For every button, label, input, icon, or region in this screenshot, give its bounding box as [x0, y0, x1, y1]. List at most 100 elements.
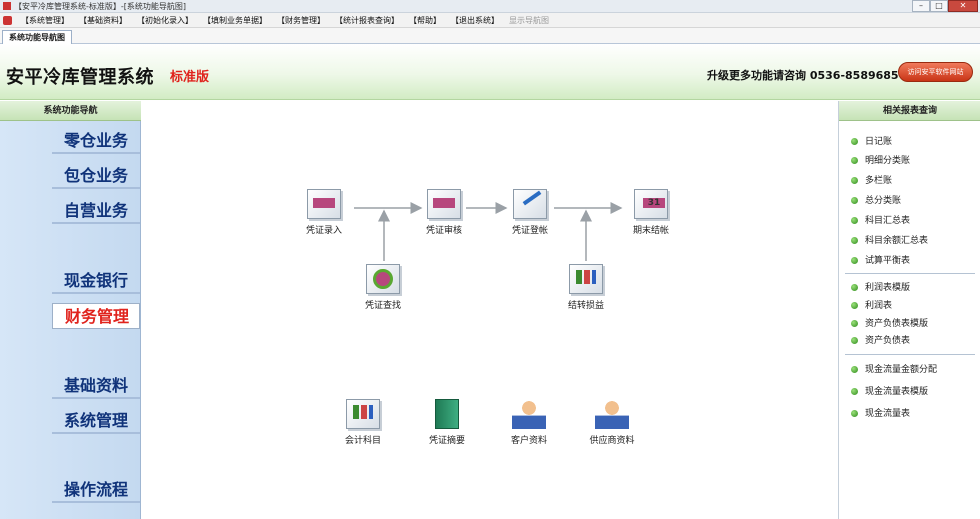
bullet-icon	[851, 366, 858, 373]
flow-period-close[interactable]: 期末结帐	[616, 189, 686, 236]
contact-phone: 升级更多功能请咨询 0536-8589685	[707, 69, 899, 82]
nav-item-finance[interactable]: 财务管理	[52, 303, 140, 329]
flow-voucher-review-label: 凭证审核	[425, 226, 462, 236]
nav-item-cash-bank[interactable]: 现金银行	[52, 268, 140, 294]
flow-voucher-query-label: 凭证查找	[364, 301, 401, 311]
bullet-icon	[851, 302, 858, 309]
bullet-icon	[851, 177, 858, 184]
customer-icon	[512, 399, 546, 429]
pen-icon	[513, 189, 547, 219]
flow-voucher-review[interactable]: 凭证审核	[409, 189, 479, 236]
report-link-detail-ledger[interactable]: 明细分类账	[851, 154, 910, 168]
flow-suppliers[interactable]: 供应商资料	[577, 399, 647, 446]
report-link-label: 利润表	[865, 301, 893, 311]
document-check-icon	[427, 189, 461, 219]
magnifier-icon	[366, 264, 400, 294]
report-link-cashflow-statement[interactable]: 现金流量表	[851, 407, 910, 421]
flow-voucher-entry[interactable]: 凭证录入	[289, 189, 359, 236]
flow-voucher-post[interactable]: 凭证登帐	[495, 189, 565, 236]
report-link-multicolumn[interactable]: 多栏账	[851, 174, 892, 188]
tab-navigation-map[interactable]: 系统功能导航图	[2, 30, 72, 44]
flow-carry-profit[interactable]: 结转损益	[551, 264, 621, 311]
report-divider	[845, 273, 975, 274]
report-link-balance-summary[interactable]: 科目余额汇总表	[851, 234, 928, 248]
menu-basic-data[interactable]: 【基础资料】	[74, 13, 132, 28]
bullet-icon	[851, 410, 858, 417]
book-icon	[435, 399, 459, 429]
report-link-label: 试算平衡表	[865, 256, 911, 266]
flow-customers[interactable]: 客户资料	[494, 399, 564, 446]
menu-exit[interactable]: 【退出系统】	[446, 13, 504, 28]
report-link-label: 总分类账	[865, 196, 902, 206]
flow-arrows	[354, 202, 623, 261]
nav-item-package-warehouse[interactable]: 包仓业务	[52, 163, 140, 189]
nav-item-self-operated[interactable]: 自营业务	[52, 198, 140, 224]
report-link-label: 现金流量表	[865, 409, 911, 419]
minimize-button[interactable]: –	[912, 0, 930, 12]
report-link-journal[interactable]: 日记账	[851, 135, 892, 149]
window-title: 【安平冷库管理系统-标准版】-[系统功能导航图]	[14, 2, 187, 11]
title-bar: 【安平冷库管理系统-标准版】-[系统功能导航图] – □ ✕	[0, 0, 980, 13]
report-link-label: 现金流量表模版	[865, 387, 929, 397]
nav-item-workflow[interactable]: 操作流程	[52, 477, 140, 503]
report-link-label: 多栏账	[865, 176, 893, 186]
nav-item-system-management[interactable]: 系统管理	[52, 408, 140, 434]
menu-bar: 【系统管理】 【基础资料】 【初始化录入】 【填制业务单据】 【财务管理】 【统…	[0, 13, 980, 28]
app-header: 安平冷库管理系统 标准版 升级更多功能请咨询 0536-8589685 访问安平…	[0, 44, 980, 100]
menu-system-management[interactable]: 【系统管理】	[16, 13, 74, 28]
bullet-icon	[851, 197, 858, 204]
visit-website-button[interactable]: 访问安平软件网站	[898, 62, 973, 82]
menu-show-navigation[interactable]: 显示导航图	[504, 13, 554, 28]
flow-accounts[interactable]: 会计科目	[328, 399, 398, 446]
report-link-label: 资产负债表	[865, 336, 911, 346]
maximize-button[interactable]: □	[930, 0, 948, 12]
report-link-label: 科目汇总表	[865, 216, 911, 226]
report-link-income-statement[interactable]: 利润表	[851, 299, 892, 313]
bullet-icon	[851, 237, 858, 244]
report-link-cashflow-allocation[interactable]: 现金流量金额分配	[851, 363, 937, 377]
left-nav-heading: 系统功能导航	[0, 101, 141, 121]
report-link-trial-balance[interactable]: 试算平衡表	[851, 254, 910, 268]
report-link-label: 日记账	[865, 137, 893, 147]
tab-strip: 系统功能导航图	[0, 28, 980, 44]
report-link-account-summary[interactable]: 科目汇总表	[851, 214, 910, 228]
report-link-label: 明细分类账	[865, 156, 911, 166]
flow-suppliers-label: 供应商资料	[589, 436, 635, 446]
left-navigation: 系统功能导航 零仓业务 包仓业务 自营业务 现金银行 财务管理 基础资料 系统管…	[0, 101, 141, 519]
report-link-label: 现金流量金额分配	[865, 365, 938, 375]
flow-voucher-post-label: 凭证登帐	[511, 226, 548, 236]
close-button[interactable]: ✕	[948, 0, 978, 12]
bullet-icon	[851, 284, 858, 291]
report-panel-heading: 相关报表查询	[839, 101, 980, 121]
bullet-icon	[851, 337, 858, 344]
chart-icon	[569, 264, 603, 294]
menu-initial-entry[interactable]: 【初始化录入】	[132, 13, 198, 28]
menu-business-documents[interactable]: 【填制业务单据】	[198, 13, 272, 28]
calendar-icon	[634, 189, 668, 219]
flow-accounts-label: 会计科目	[344, 436, 381, 446]
report-link-balance-template[interactable]: 资产负债表模版	[851, 317, 928, 331]
flow-voucher-query[interactable]: 凭证查找	[348, 264, 418, 311]
bullet-icon	[851, 320, 858, 327]
report-link-income-template[interactable]: 利润表模版	[851, 281, 910, 295]
nav-item-basic-data[interactable]: 基础资料	[52, 373, 140, 399]
menu-app-icon	[3, 16, 12, 25]
report-link-cashflow-template[interactable]: 现金流量表模版	[851, 385, 928, 399]
flow-period-close-label: 期末结帐	[632, 226, 669, 236]
flow-voucher-entry-label: 凭证录入	[305, 226, 342, 236]
report-link-balance-sheet[interactable]: 资产负债表	[851, 334, 910, 348]
report-link-label: 科目余额汇总表	[865, 236, 929, 246]
flow-voucher-summary[interactable]: 凭证摘要	[412, 399, 482, 446]
bullet-icon	[851, 388, 858, 395]
flow-voucher-summary-label: 凭证摘要	[428, 436, 465, 446]
ledger-icon	[346, 399, 380, 429]
flow-carry-profit-label: 结转损益	[567, 301, 604, 311]
menu-finance[interactable]: 【财务管理】	[272, 13, 330, 28]
menu-reports[interactable]: 【统计报表查询】	[330, 13, 404, 28]
report-link-label: 利润表模版	[865, 283, 911, 293]
bullet-icon	[851, 257, 858, 264]
report-link-general-ledger[interactable]: 总分类账	[851, 194, 901, 208]
nav-item-retail-warehouse[interactable]: 零仓业务	[52, 128, 140, 154]
menu-help[interactable]: 【帮助】	[404, 13, 446, 28]
document-edit-icon	[307, 189, 341, 219]
